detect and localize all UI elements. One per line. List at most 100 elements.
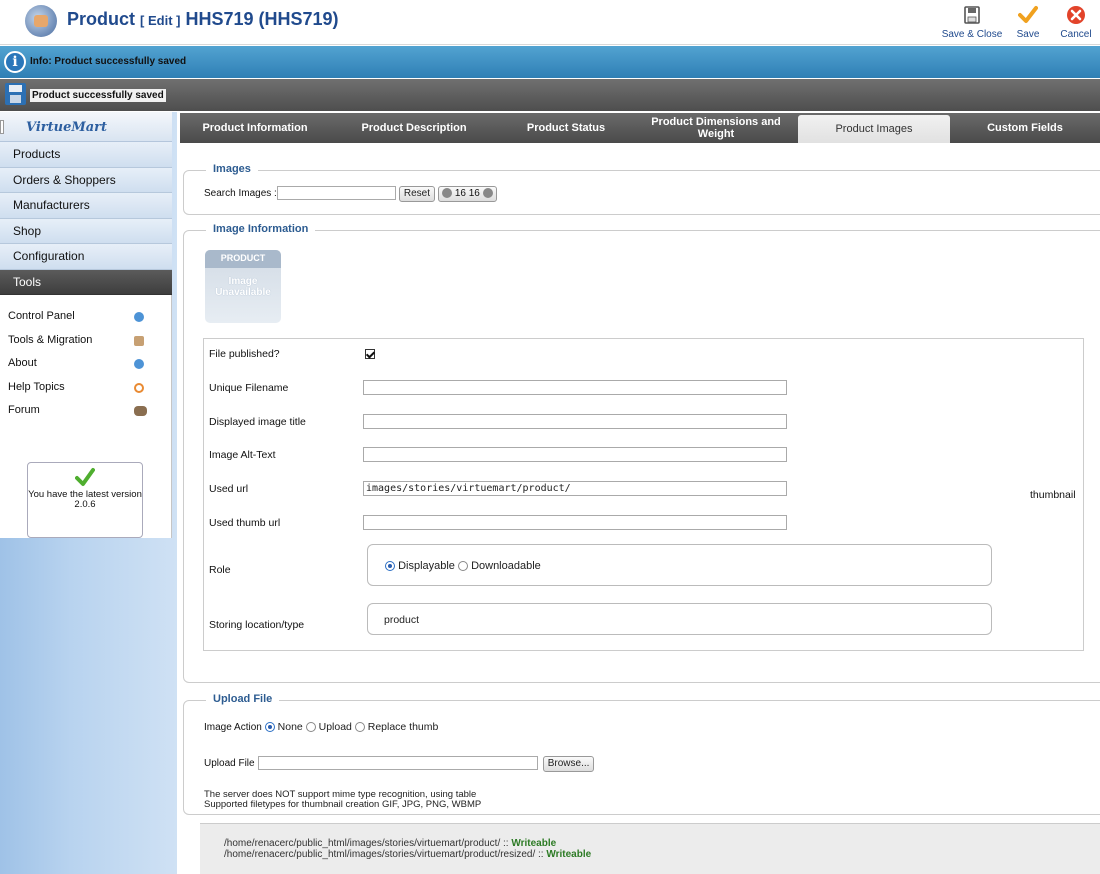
placeholder-top-text: PRODUCT: [220, 253, 266, 263]
path-2-status: Writeable: [546, 849, 592, 860]
tab-custom-fields[interactable]: Custom Fields: [950, 113, 1100, 143]
sidebar: VirtueMart Products Orders & Shoppers Ma…: [0, 112, 177, 874]
upload-fieldset: Upload File Image Action None Upload Rep…: [183, 693, 1100, 815]
sidebar-item-shop[interactable]: Shop: [0, 218, 172, 244]
subitem-label: Tools & Migration: [8, 333, 93, 346]
action-none-radio[interactable]: [264, 722, 275, 733]
info-message: Info: Product successfully saved: [30, 56, 187, 67]
info-message-bar: i Info: Product successfully saved: [0, 46, 1100, 78]
unique-filename-input[interactable]: [363, 380, 787, 395]
used-thumb-url-input[interactable]: [363, 515, 787, 530]
subitem-label: Control Panel: [8, 310, 75, 322]
green-checkmark-icon: [75, 468, 95, 486]
browse-button[interactable]: Browse...: [542, 756, 595, 772]
used-url-label: Used url: [209, 483, 249, 495]
cancel-button[interactable]: Cancel: [1052, 0, 1100, 45]
lifebuoy-icon: [134, 382, 144, 393]
page-title-record: HHS719 (HHS719): [185, 9, 339, 29]
save-button[interactable]: Save: [1004, 0, 1052, 45]
displayed-title-label: Displayed image title: [209, 416, 306, 428]
upload-file-input[interactable]: [257, 756, 538, 771]
reset-button[interactable]: Reset: [398, 186, 435, 202]
subitem-label: About: [8, 357, 37, 369]
page-title: Product [ Edit ] HHS719 (HHS719): [67, 9, 339, 30]
page-size-control: 16 16: [438, 186, 497, 202]
path-2: /home/renacerc/public_html/images/storie…: [224, 849, 544, 860]
page-title-main: Product: [67, 9, 136, 29]
image-unavailable-placeholder: PRODUCT Image Unavailable: [205, 250, 281, 323]
action-replace-thumb-radio[interactable]: [354, 722, 365, 733]
alt-text-input[interactable]: [363, 447, 787, 462]
product-tabs: Product Information Product Description …: [180, 113, 1100, 143]
virtuemart-brand: VirtueMart: [26, 120, 108, 135]
unique-filename-label: Unique Filename: [209, 382, 289, 394]
plus-icon[interactable]: [482, 188, 493, 199]
placeholder-line-2: Unavailable: [215, 287, 271, 298]
subitem-forum[interactable]: Forum: [0, 399, 171, 423]
image-search-row: Search Images : Reset 16 16: [204, 186, 497, 202]
info-icon: [134, 359, 144, 369]
file-published-checkbox[interactable]: [365, 349, 375, 359]
subitem-about[interactable]: About: [0, 352, 171, 376]
sidebar-item-manufacturers[interactable]: Manufacturers: [0, 193, 172, 219]
people-icon: [134, 406, 147, 416]
subitem-tools-migration[interactable]: Tools & Migration: [0, 329, 171, 353]
role-options: Displayable Downloadable: [385, 560, 541, 572]
minus-icon[interactable]: [442, 188, 453, 199]
action-replace-thumb-label: Replace thumb: [367, 721, 439, 733]
sidebar-item-tools[interactable]: Tools: [0, 269, 172, 295]
subitem-label: Forum: [8, 404, 40, 416]
save-close-button[interactable]: Save & Close: [940, 0, 1004, 45]
tab-product-description[interactable]: Product Description: [330, 113, 498, 143]
action-upload-label: Upload: [318, 721, 352, 733]
images-legend: Images: [206, 163, 258, 175]
upload-notes: The server does NOT support mime type re…: [204, 790, 481, 810]
path-row-1: /home/renacerc/public_html/images/storie…: [224, 838, 1100, 849]
used-url-input[interactable]: images/stories/virtuemart/product/: [363, 481, 787, 496]
page-title-edit-tag: [ Edit ]: [140, 13, 181, 28]
path-1-status: Writeable: [511, 838, 557, 849]
floppy-disk-icon: [5, 83, 26, 105]
image-action-label: Image Action: [204, 722, 262, 733]
tab-product-status[interactable]: Product Status: [498, 113, 634, 143]
info-icon: i: [4, 51, 26, 73]
cancel-icon: [1067, 6, 1085, 24]
save-close-icon: [964, 6, 980, 24]
info-icon: [134, 312, 144, 322]
sidebar-item-configuration[interactable]: Configuration: [0, 244, 172, 270]
tab-product-information[interactable]: Product Information: [180, 113, 330, 143]
search-images-label: Search Images :: [204, 188, 277, 199]
storing-location-box: product: [367, 603, 992, 635]
tab-product-images[interactable]: Product Images: [798, 115, 950, 143]
page-size-b: 16: [468, 188, 480, 199]
tab-product-dimensions-weight[interactable]: Product Dimensions and Weight: [634, 113, 798, 143]
role-group: Displayable Downloadable: [367, 544, 992, 586]
virtuemart-logo[interactable]: VirtueMart: [0, 112, 172, 142]
file-published-label: File published?: [209, 348, 280, 360]
alt-text-label: Image Alt-Text: [209, 449, 276, 461]
upload-legend: Upload File: [206, 693, 280, 705]
subitem-help-topics[interactable]: Help Topics: [0, 376, 171, 400]
displayed-title-input[interactable]: [363, 414, 787, 429]
role-displayable-label: Displayable: [398, 560, 455, 572]
sidebar-item-products[interactable]: Products: [0, 142, 172, 168]
product-logo-icon: [25, 5, 57, 37]
role-downloadable-radio[interactable]: [458, 561, 468, 572]
thumbnail-label: thumbnail: [1030, 489, 1076, 501]
directory-status-panel: /home/renacerc/public_html/images/storie…: [200, 823, 1100, 874]
action-upload-radio[interactable]: [305, 722, 316, 733]
page-size-a: 16: [454, 188, 466, 199]
main-content: Images Search Images : Reset 16 16 Image…: [180, 143, 1100, 874]
placeholder-line-1: Image: [228, 276, 258, 287]
role-displayable-radio[interactable]: [385, 561, 395, 572]
sidebar-item-orders-shoppers[interactable]: Orders & Shoppers: [0, 167, 172, 193]
search-images-input[interactable]: [276, 186, 396, 201]
collapse-handle-icon[interactable]: [0, 120, 4, 134]
sidebar-nav: Products Orders & Shoppers Manufacturers…: [0, 142, 172, 295]
subitem-control-panel[interactable]: Control Panel: [0, 305, 171, 329]
image-action-row: Image Action None Upload Replace thumb: [204, 721, 438, 733]
save-label: Save: [1016, 29, 1040, 40]
subitem-label: Help Topics: [8, 380, 65, 393]
version-status-box: You have the latest version 2.0.6: [27, 462, 143, 538]
header-bar: Product [ Edit ] HHS719 (HHS719) Save & …: [0, 0, 1100, 45]
